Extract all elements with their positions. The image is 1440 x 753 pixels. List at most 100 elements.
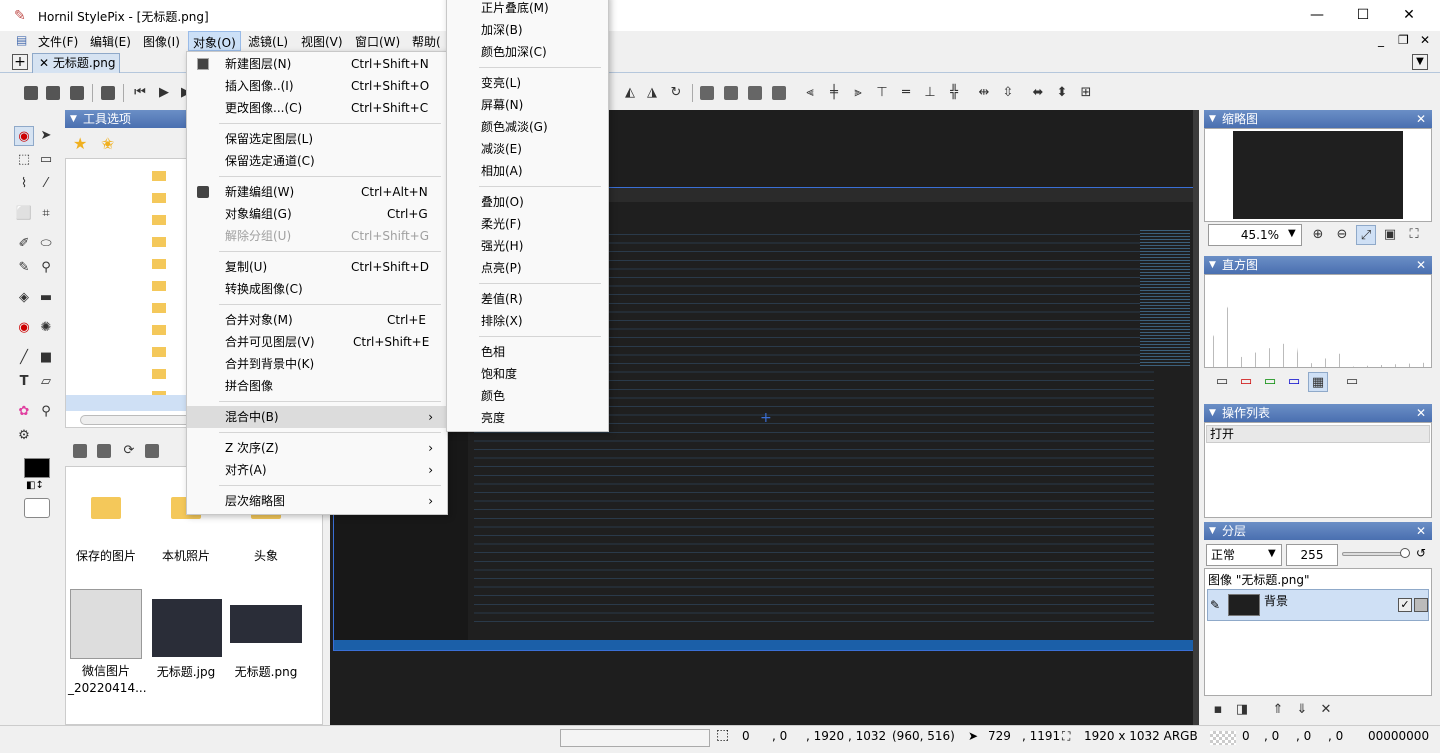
channel-blue-icon[interactable]: ▭: [1284, 372, 1304, 392]
panel-close-icon[interactable]: ✕: [1416, 110, 1426, 128]
text-icon[interactable]: T: [14, 372, 34, 392]
menu-duplicate[interactable]: 复制(U) Ctrl+Shift+D: [187, 256, 447, 278]
panel-close-icon[interactable]: ✕: [1416, 404, 1426, 422]
blend-multiply[interactable]: 正片叠底(M): [447, 0, 607, 19]
blend-add[interactable]: 相加(A): [447, 160, 607, 182]
order-front-icon[interactable]: [700, 86, 714, 100]
menu-align[interactable]: 对齐(A) ›: [187, 459, 447, 481]
align-cross-icon[interactable]: ╬: [944, 83, 964, 103]
lasso-select-icon[interactable]: ⬚: [14, 150, 34, 170]
opacity-slider[interactable]: [1342, 552, 1406, 556]
rect-select-icon[interactable]: ▭: [36, 150, 56, 170]
color-picker-wheel-icon[interactable]: ✿: [14, 402, 34, 422]
new-tab-plus-icon[interactable]: +: [12, 54, 28, 70]
fit-width-icon[interactable]: ⬌: [1028, 83, 1048, 103]
sharpen-icon[interactable]: ✺: [36, 318, 56, 338]
mdi-close-icon[interactable]: ✕: [1420, 33, 1430, 47]
menu-file[interactable]: 文件(F): [38, 33, 78, 50]
crop-icon[interactable]: ⌗: [36, 204, 56, 224]
settings-gear-icon[interactable]: ⚙: [14, 426, 34, 446]
pencil-icon[interactable]: ✎: [14, 258, 34, 278]
blend-difference[interactable]: 差值(R): [447, 288, 607, 310]
align-top-icon[interactable]: ⊤: [872, 83, 892, 103]
collapse-triangle-icon[interactable]: ▼: [1209, 404, 1216, 422]
menu-keep-channel[interactable]: 保留选定通道(C): [187, 150, 447, 172]
rotate-180-icon[interactable]: ↻: [666, 83, 686, 103]
blend-pin-light[interactable]: 点亮(P): [447, 257, 607, 279]
open-folder-icon[interactable]: [46, 86, 60, 100]
blend-soft-light[interactable]: 柔光(F): [447, 213, 607, 235]
blend-color[interactable]: 颜色: [447, 385, 607, 407]
brush-icon[interactable]: ✐: [14, 234, 34, 254]
blend-hue[interactable]: 色相: [447, 341, 607, 363]
menu-help[interactable]: 帮助(: [412, 33, 441, 50]
magic-wand-icon[interactable]: ⁄: [36, 174, 56, 194]
menu-object[interactable]: 对象(O): [188, 31, 241, 51]
menu-group-objects[interactable]: 对象编组(G) Ctrl+G: [187, 203, 447, 225]
blend-saturation[interactable]: 饱和度: [447, 363, 607, 385]
menu-new-layer[interactable]: 新建图层(N) Ctrl+Shift+N: [187, 53, 447, 75]
order-backward-icon[interactable]: [748, 86, 762, 100]
blend-hard-light[interactable]: 强光(H): [447, 235, 607, 257]
actual-size-icon[interactable]: ▣: [1380, 225, 1400, 245]
foreground-color-swatch[interactable]: [24, 458, 50, 478]
menu-merge-objects[interactable]: 合并对象(M) Ctrl+E: [187, 309, 447, 331]
fit-window-icon[interactable]: ⤢: [1356, 225, 1376, 245]
free-select-icon[interactable]: ⌇: [14, 174, 34, 194]
fit-both-icon[interactable]: ⊞: [1076, 83, 1096, 103]
panel-close-icon[interactable]: ✕: [1416, 522, 1426, 540]
print-icon[interactable]: [101, 86, 115, 100]
channel-green-icon[interactable]: ▭: [1260, 372, 1280, 392]
thumbnail-image[interactable]: [230, 605, 302, 643]
star-add-icon[interactable]: ✬: [101, 134, 114, 153]
mdi-restore-icon[interactable]: ❐: [1398, 33, 1409, 47]
collapse-triangle-icon[interactable]: ▼: [1209, 256, 1216, 274]
blend-mode-chevron-icon[interactable]: ▼: [1268, 548, 1276, 559]
folder-up-icon[interactable]: [73, 444, 87, 458]
opacity-slider-thumb[interactable]: [1400, 548, 1410, 558]
menu-layer-thumbnail[interactable]: 层次缩略图 ›: [187, 490, 447, 512]
star-icon[interactable]: ★: [73, 134, 87, 153]
blend-darken[interactable]: 加深(B): [447, 19, 607, 41]
menu-blending[interactable]: 混合中(B) ›: [187, 406, 447, 428]
menu-filter[interactable]: 滤镜(L): [248, 33, 288, 50]
maximize-button[interactable]: ☐: [1340, 0, 1386, 31]
align-left-icon[interactable]: ⫷: [800, 83, 820, 103]
order-forward-icon[interactable]: [724, 86, 738, 100]
menu-merge-visible[interactable]: 合并可见图层(V) Ctrl+Shift+E: [187, 331, 447, 353]
menu-insert-image[interactable]: 插入图像..(I) Ctrl+Shift+O: [187, 75, 447, 97]
menu-convert-to-image[interactable]: 转换成图像(C): [187, 278, 447, 300]
mdi-minimize-icon[interactable]: _: [1378, 33, 1384, 47]
image-insert-icon[interactable]: ▱: [36, 372, 56, 392]
zoom-dropdown-chevron-icon[interactable]: ▼: [1288, 228, 1296, 239]
layer-visible-checkbox[interactable]: ✓: [1398, 598, 1412, 612]
folder-new-icon[interactable]: [97, 444, 111, 458]
blend-overlay[interactable]: 叠加(O): [447, 191, 607, 213]
save-icon[interactable]: [70, 86, 84, 100]
line-icon[interactable]: ╱: [14, 348, 34, 368]
collapse-triangle-icon[interactable]: ▼: [1209, 522, 1216, 540]
pointer-icon[interactable]: ➤: [36, 126, 56, 146]
blend-dodge[interactable]: 减淡(E): [447, 138, 607, 160]
menu-merge-to-background[interactable]: 合并到背景中(K): [187, 353, 447, 375]
blend-color-dodge[interactable]: 颜色减淡(G): [447, 116, 607, 138]
zoom-in-icon[interactable]: ⊕: [1308, 225, 1328, 245]
fit-height-icon[interactable]: ⬍: [1052, 83, 1072, 103]
shape-icon[interactable]: ■: [36, 348, 56, 368]
layer-lock-checkbox[interactable]: [1414, 598, 1428, 612]
panel-close-icon[interactable]: ✕: [1416, 256, 1426, 274]
fullscreen-icon[interactable]: ⛶: [1404, 225, 1424, 245]
new-layer-icon[interactable]: ▪: [1208, 700, 1228, 720]
align-right-icon[interactable]: ⫸: [848, 83, 868, 103]
new-file-icon[interactable]: [24, 86, 38, 100]
menu-keep-layer[interactable]: 保留选定图层(L): [187, 128, 447, 150]
menu-image[interactable]: 图像(I): [143, 33, 180, 50]
minimize-button[interactable]: —: [1294, 0, 1340, 31]
blend-screen[interactable]: 屏幕(N): [447, 94, 607, 116]
menu-window[interactable]: 窗口(W): [355, 33, 400, 50]
collapse-triangle-icon[interactable]: ▼: [70, 110, 77, 128]
red-eye-icon[interactable]: ◉: [14, 318, 34, 338]
blend-exclusion[interactable]: 排除(X): [447, 310, 607, 332]
next-image-icon[interactable]: ▶: [154, 83, 174, 103]
blend-luminosity[interactable]: 亮度: [447, 407, 607, 429]
